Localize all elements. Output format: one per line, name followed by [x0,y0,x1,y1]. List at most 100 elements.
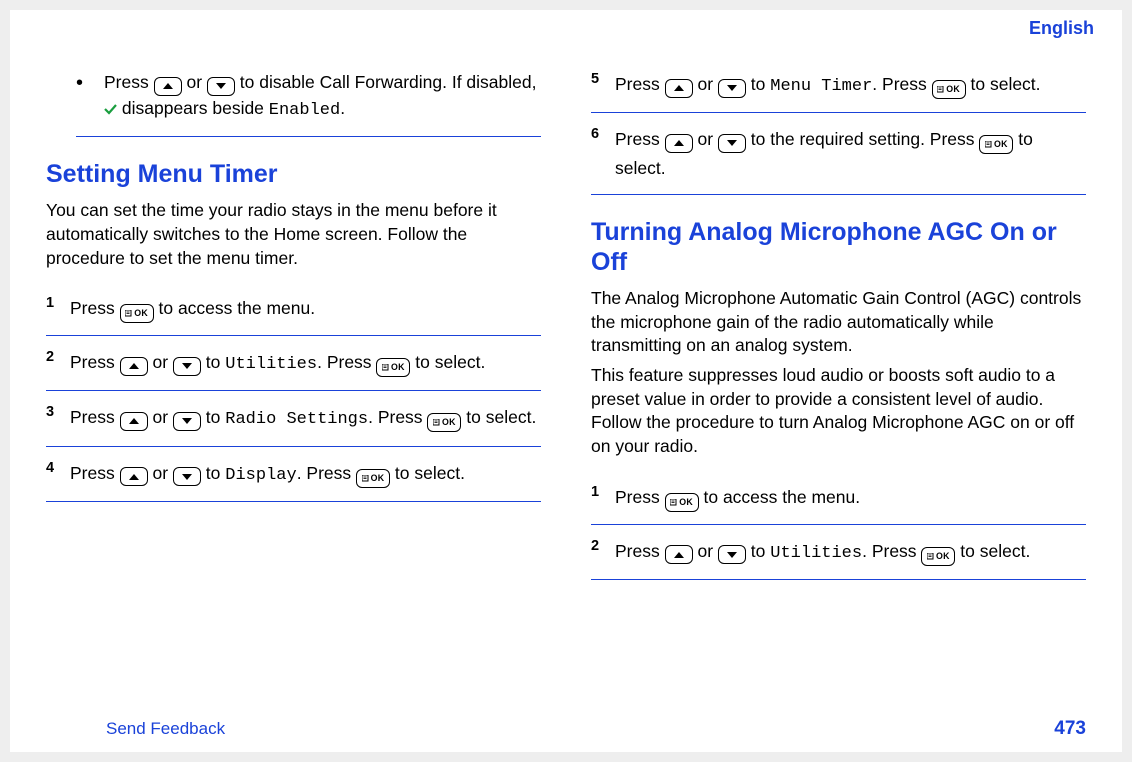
footer: Send Feedback 473 [10,718,1122,740]
down-button-icon [207,77,235,96]
text-fragment: to select. [466,407,536,427]
step-1: 1 Press OK to access the menu. [46,288,541,336]
ok-button-icon: OK [376,358,410,377]
checkmark-icon [104,97,117,108]
bullet-marker: • [76,70,104,122]
step-text: Press or to Menu Timer. Press OK to sele… [615,70,1086,100]
text-fragment: Press [70,463,120,483]
step-6: 6 Press or to the required setting. Pres… [591,119,1086,195]
text-fragment: or [697,129,717,149]
step-number: 6 [591,125,615,182]
step-text: Press OK to access the menu. [70,294,541,323]
text-fragment: or [152,463,172,483]
text-fragment: to access the menu. [158,298,315,318]
step-number: 2 [591,537,615,567]
step-number: 2 [46,348,70,378]
text-fragment: . [340,98,345,118]
step-5: 5 Press or to Menu Timer. Press OK to se… [591,64,1086,113]
up-button-icon [120,412,148,431]
text-fragment: . Press [297,463,356,483]
text-fragment: to select. [971,74,1041,94]
text-fragment: This feature suppresses loud audio or bo… [591,365,1074,456]
text-fragment: or [697,541,717,561]
code-text: Display [225,466,296,485]
document-page: English • Press or to disable Call Forwa… [10,10,1122,752]
step-3: 3 Press or to Radio Settings. Press OK t… [46,397,541,446]
text-fragment: Press [70,407,120,427]
text-fragment: Press [615,129,665,149]
text-fragment: . Press [862,541,921,561]
step-number: 1 [591,483,615,512]
text-fragment: to select. [960,541,1030,561]
step-text: Press or to Utilities. Press OK to selec… [615,537,1086,567]
up-button-icon [120,357,148,376]
text-fragment: to [206,463,225,483]
text-fragment: . Press [872,74,931,94]
text-fragment: to select. [415,352,485,372]
text-fragment: . Press [317,352,376,372]
step-text: Press or to Radio Settings. Press OK to … [70,403,541,433]
step-text: Press or to the required setting. Press … [615,125,1086,182]
text-fragment: to [206,407,225,427]
code-text: Utilities [770,544,862,563]
step-text: Press OK to access the menu. [615,483,1086,512]
text-fragment: or [152,407,172,427]
code-text: Radio Settings [225,410,368,429]
text-fragment: Press [104,72,154,92]
up-button-icon [665,134,693,153]
heading-analog-agc: Turning Analog Microphone AGC On or Off [591,217,1086,277]
step-number: 4 [46,459,70,489]
intro-paragraph: The Analog Microphone Automatic Gain Con… [591,287,1086,458]
step-4: 4 Press or to Display. Press OK to selec… [46,453,541,502]
ok-button-icon: OK [356,469,390,488]
text-fragment: Press [615,74,665,94]
intro-paragraph: You can set the time your radio stays in… [46,199,541,270]
text-fragment: or [152,352,172,372]
step-number: 3 [46,403,70,433]
ok-button-icon: OK [427,413,461,432]
right-column: 5 Press or to Menu Timer. Press OK to se… [591,60,1086,665]
step-number: 5 [591,70,615,100]
heading-setting-menu-timer: Setting Menu Timer [46,159,541,189]
step-2: 2 Press or to Utilities. Press OK to sel… [46,342,541,391]
bullet-text: Press or to disable Call Forwarding. If … [104,70,541,122]
text-fragment: to [751,541,770,561]
text-fragment: The Analog Microphone Automatic Gain Con… [591,288,1081,355]
text-fragment: or [697,74,717,94]
text-fragment: to select. [395,463,465,483]
text-fragment: Press [615,541,665,561]
bullet-disable-forwarding: • Press or to disable Call Forwarding. I… [76,70,541,137]
text-fragment: to access the menu. [703,487,860,507]
ok-button-icon: OK [932,80,966,99]
ok-button-icon: OK [921,547,955,566]
code-text: Menu Timer [770,77,872,96]
left-column: • Press or to disable Call Forwarding. I… [46,60,541,665]
step-text: Press or to Utilities. Press OK to selec… [70,348,541,378]
text-fragment: Press [615,487,665,507]
ok-button-icon: OK [120,304,154,323]
text-fragment: to disable Call Forwarding. If disabled, [240,72,537,92]
text-fragment: Press [70,298,120,318]
up-button-icon [665,79,693,98]
code-text: Enabled [269,101,340,120]
down-button-icon [173,357,201,376]
content-columns: • Press or to disable Call Forwarding. I… [10,10,1122,665]
up-button-icon [154,77,182,96]
up-button-icon [120,467,148,486]
down-button-icon [173,412,201,431]
down-button-icon [718,79,746,98]
down-button-icon [718,134,746,153]
step-number: 1 [46,294,70,323]
text-fragment: . Press [368,407,427,427]
text-fragment: to [751,74,770,94]
language-label: English [1029,18,1094,39]
down-button-icon [173,467,201,486]
page-number: 473 [1054,718,1086,740]
text-fragment: Press [70,352,120,372]
step-2-agc: 2 Press or to Utilities. Press OK to sel… [591,531,1086,580]
down-button-icon [718,545,746,564]
ok-button-icon: OK [979,135,1013,154]
text-fragment: to the required setting. Press [751,129,980,149]
step-1-agc: 1 Press OK to access the menu. [591,477,1086,525]
send-feedback-link[interactable]: Send Feedback [106,719,225,739]
